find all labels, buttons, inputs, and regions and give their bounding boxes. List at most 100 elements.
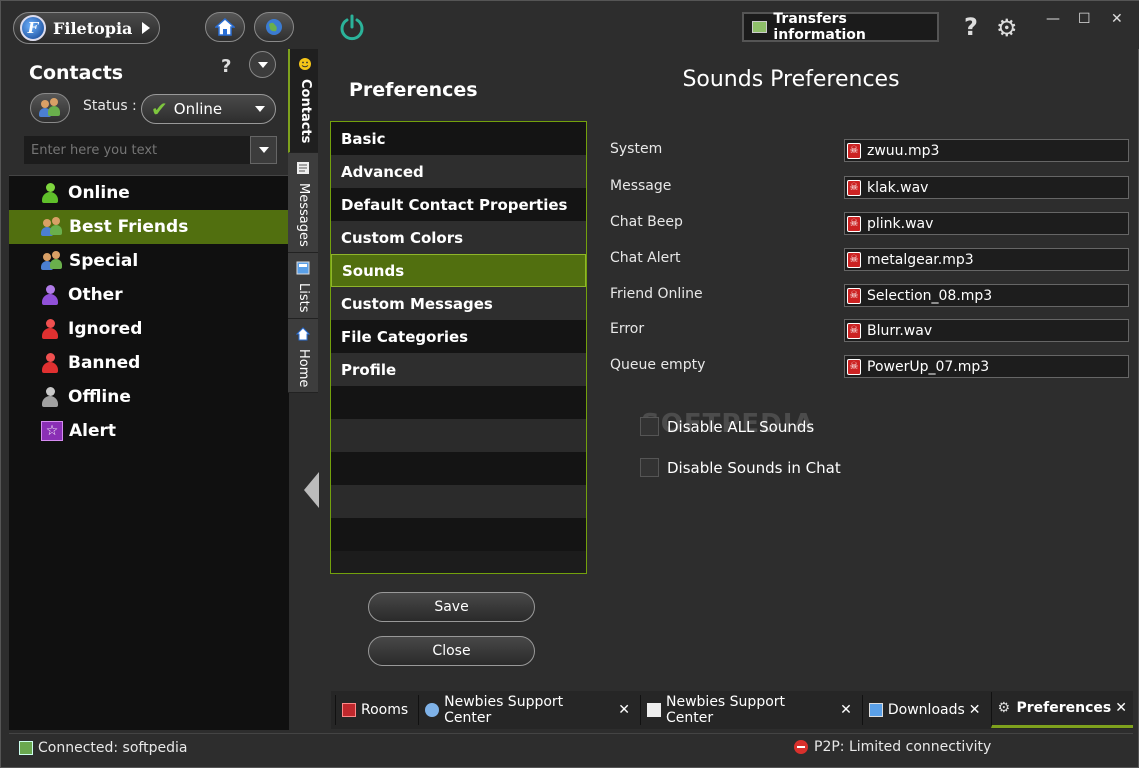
globe-button[interactable]: [254, 12, 294, 42]
sound-file-name: metalgear.mp3: [867, 251, 974, 268]
gray-person-icon: [41, 387, 59, 407]
two-persons-icon: [41, 217, 63, 237]
sound-file-field[interactable]: ☠ zwuu.mp3: [844, 139, 1129, 162]
gear-icon[interactable]: ⚙: [996, 14, 1018, 42]
pref-item-profile[interactable]: Profile: [331, 353, 586, 386]
tab-rooms[interactable]: Rooms: [335, 695, 414, 725]
filetopia-menu-button[interactable]: F Filetopia: [13, 12, 160, 44]
sound-file-icon: ☠: [847, 142, 861, 159]
sound-file-field[interactable]: ☠ plink.wav: [844, 212, 1129, 235]
contact-group-alert[interactable]: ☆ Alert: [9, 414, 289, 448]
help-icon[interactable]: ?: [964, 13, 978, 41]
chat-bubble-icon: [425, 703, 440, 717]
connected-icon: [19, 740, 33, 755]
check-icon: ✔: [151, 97, 168, 121]
empty-row: [331, 419, 586, 452]
minimize-icon[interactable]: —: [1046, 11, 1060, 27]
empty-row: [331, 386, 586, 419]
group-label: Special: [69, 251, 139, 271]
contact-group-ignored[interactable]: Ignored: [9, 312, 289, 346]
close-tab-icon[interactable]: ✕: [969, 702, 981, 718]
contact-group-online[interactable]: Online: [9, 176, 289, 210]
sound-file-field[interactable]: ☠ PowerUp_07.mp3: [844, 355, 1129, 378]
disable-all-sounds-checkbox[interactable]: Disable ALL Sounds: [640, 417, 814, 436]
transfers-label: Transfers information: [773, 11, 866, 43]
contacts-menu-button[interactable]: [249, 51, 276, 78]
close-tab-icon[interactable]: ✕: [1115, 700, 1127, 716]
tab-lists[interactable]: Lists: [288, 253, 318, 319]
tab-messages[interactable]: Messages: [288, 153, 318, 253]
pref-item-custom-colors[interactable]: Custom Colors: [331, 221, 586, 254]
sound-file-field[interactable]: ☠ Selection_08.mp3: [844, 284, 1129, 307]
contact-group-other[interactable]: Other: [9, 278, 289, 312]
app-name: Filetopia: [53, 18, 133, 38]
pref-item-sounds[interactable]: Sounds: [331, 254, 586, 287]
contact-group-offline[interactable]: Offline: [9, 380, 289, 414]
search-dropdown-button[interactable]: [250, 136, 277, 164]
side-tabs: Contacts Messages Lists Home: [288, 49, 318, 393]
collapse-panel-icon[interactable]: [304, 472, 319, 508]
status-value: Online: [173, 100, 223, 118]
contact-group-best-friends[interactable]: Best Friends: [9, 210, 289, 244]
power-icon[interactable]: [338, 14, 366, 42]
checkbox-box: [640, 458, 659, 477]
disable-sounds-in-chat-checkbox[interactable]: Disable Sounds in Chat: [640, 458, 841, 477]
tab-label: Home: [296, 349, 311, 388]
globe-icon: [266, 19, 282, 35]
maximize-icon[interactable]: ☐: [1078, 11, 1091, 27]
sound-file-field[interactable]: ☠ Blurr.wav: [844, 319, 1129, 342]
add-contact-button[interactable]: [30, 93, 70, 123]
connection-status: Connected: softpedia: [38, 739, 188, 756]
close-tab-icon[interactable]: ✕: [618, 702, 630, 718]
contacts-title: Contacts: [29, 62, 124, 84]
group-label: Alert: [69, 421, 117, 441]
contact-group-list: Online Best Friends Special Other Ignore…: [9, 175, 289, 730]
close-button[interactable]: Close: [368, 636, 535, 666]
tab-contacts[interactable]: Contacts: [288, 49, 318, 153]
sound-row-error: Error ☠ Blurr.wav: [610, 319, 1130, 343]
empty-row: [331, 485, 586, 518]
home-button[interactable]: [205, 12, 245, 42]
tab-newbies-support-center-messages[interactable]: Newbies Support Center ✕: [640, 694, 858, 726]
contacts-help-icon[interactable]: ?: [221, 56, 231, 77]
group-label: Other: [68, 285, 123, 305]
sound-file-icon: ☠: [847, 287, 861, 304]
pref-item-default-contact-properties[interactable]: Default Contact Properties: [331, 188, 586, 221]
contact-group-special[interactable]: Special: [9, 244, 289, 278]
filetopia-logo-icon: F: [20, 15, 46, 41]
home-icon: [296, 327, 310, 341]
transfers-information-button[interactable]: Transfers information: [742, 11, 939, 43]
status-bar: Connected: softpedia P2P: Limited connec…: [9, 733, 1133, 761]
red-person-icon: [41, 353, 59, 373]
sound-row-chat-alert: Chat Alert ☠ metalgear.mp3: [610, 248, 1130, 272]
contact-group-banned[interactable]: Banned: [9, 346, 289, 380]
tab-downloads[interactable]: Downloads ✕: [861, 695, 987, 725]
gear-icon: ⚙: [997, 699, 1011, 716]
pref-item-custom-messages[interactable]: Custom Messages: [331, 287, 586, 320]
close-tab-icon[interactable]: ✕: [840, 702, 852, 718]
green-person-icon: [41, 183, 59, 203]
close-icon[interactable]: ✕: [1111, 11, 1123, 27]
pref-item-file-categories[interactable]: File Categories: [331, 320, 586, 353]
sound-file-field[interactable]: ☠ klak.wav: [844, 176, 1129, 199]
status-dropdown[interactable]: ✔ Online: [141, 94, 276, 124]
tab-label: Messages: [296, 183, 311, 247]
contact-search-input[interactable]: [24, 136, 250, 164]
sound-label: Friend Online: [610, 286, 703, 302]
p2p-status-text: P2P: Limited connectivity: [814, 739, 992, 755]
tab-home[interactable]: Home: [288, 319, 318, 393]
sounds-preferences-title: Sounds Preferences: [682, 67, 900, 92]
p2p-status: P2P: Limited connectivity: [794, 739, 991, 755]
sound-file-name: PowerUp_07.mp3: [867, 358, 990, 375]
sound-row-friend-online: Friend Online ☠ Selection_08.mp3: [610, 284, 1130, 308]
pref-item-basic[interactable]: Basic: [331, 122, 586, 155]
tab-preferences[interactable]: ⚙ Preferences ✕: [990, 692, 1133, 728]
tab-newbies-support-center-chat[interactable]: Newbies Support Center ✕: [418, 694, 636, 726]
app-window: F Filetopia Transfers information ? ⚙ — …: [0, 0, 1139, 768]
arrow-right-icon: [142, 22, 150, 34]
two-persons-icon: [41, 251, 63, 271]
bottom-tab-bar: Rooms Newbies Support Center ✕ Newbies S…: [331, 691, 1133, 729]
pref-item-advanced[interactable]: Advanced: [331, 155, 586, 188]
save-button[interactable]: Save: [368, 592, 535, 622]
sound-file-field[interactable]: ☠ metalgear.mp3: [844, 248, 1129, 271]
